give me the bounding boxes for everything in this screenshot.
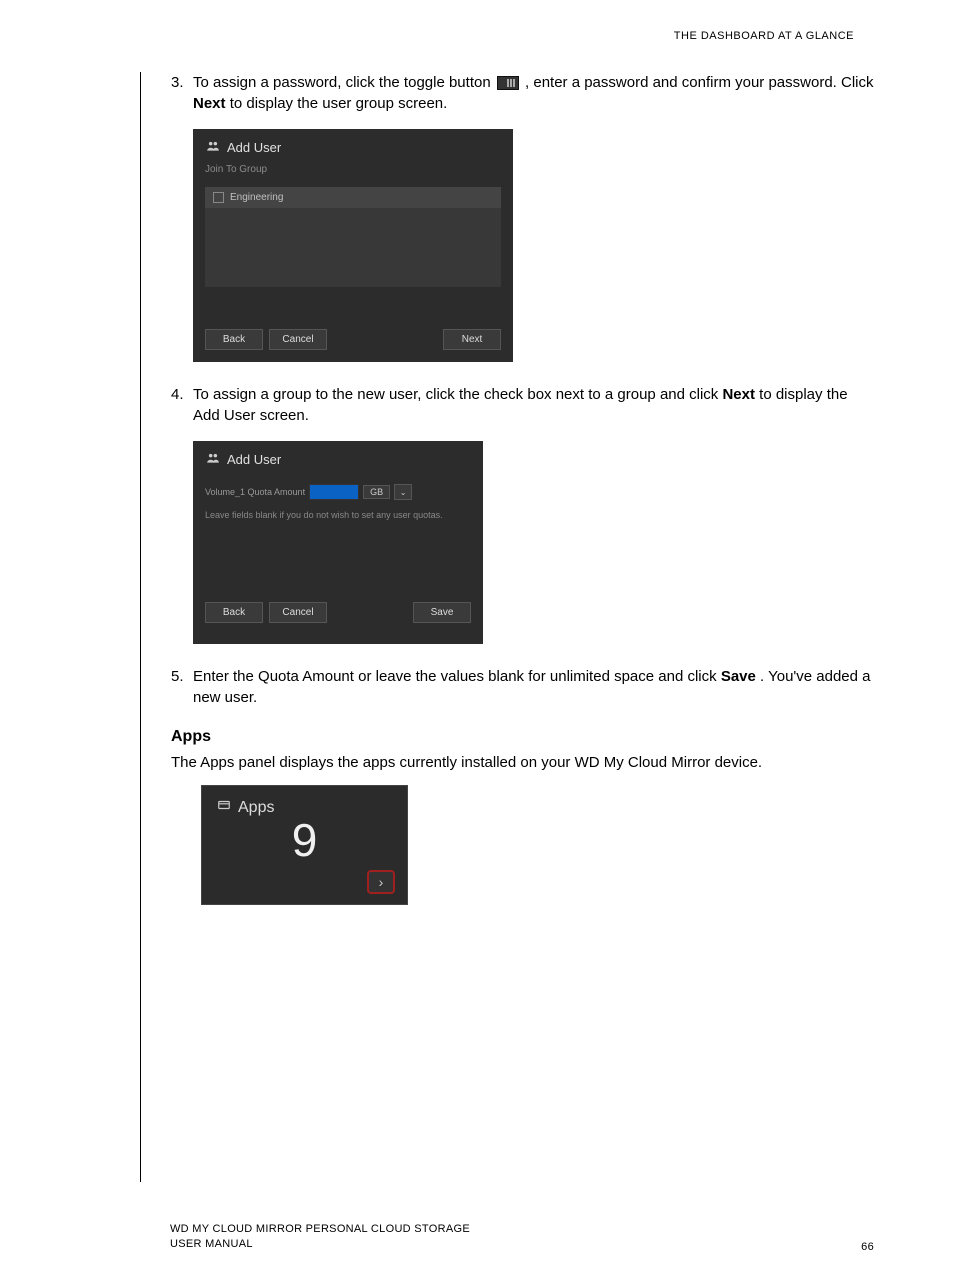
apps-icon [216, 798, 232, 817]
step-text: Enter the Quota Amount or leave the valu… [193, 668, 721, 685]
group-item[interactable]: Engineering [205, 187, 501, 208]
step-bold: Next [722, 386, 755, 403]
step-body: Enter the Quota Amount or leave the valu… [193, 666, 874, 708]
next-button[interactable]: Next [443, 329, 501, 350]
chevron-right-icon[interactable]: › [367, 870, 395, 894]
step-5: 5. Enter the Quota Amount or leave the v… [171, 666, 874, 708]
step-4: 4. To assign a group to the new user, cl… [171, 384, 874, 426]
step-number: 3. [171, 72, 193, 114]
quota-label: Volume_1 Quota Amount [205, 487, 305, 497]
quota-hint: Leave fields blank if you do not wish to… [193, 506, 483, 524]
apps-tile-label: Apps [238, 799, 274, 817]
apps-body: The Apps panel displays the apps current… [171, 752, 874, 773]
step-text: to display the user group screen. [230, 95, 448, 112]
page-number: 66 [861, 1241, 874, 1253]
cancel-button[interactable]: Cancel [269, 329, 327, 350]
dialog-title-text: Add User [227, 452, 281, 467]
step-body: To assign a password, click the toggle b… [193, 72, 874, 114]
dialog-title-text: Add User [227, 140, 281, 155]
page-footer: WD MY CLOUD MIRROR PERSONAL CLOUD STORAG… [0, 1222, 954, 1283]
users-icon [205, 139, 221, 156]
step-bold: Save [721, 668, 756, 685]
back-button[interactable]: Back [205, 329, 263, 350]
dialog-title: Add User [193, 441, 483, 476]
add-user-dialog-groups: Add User Join To Group Engineering Back … [193, 129, 513, 362]
step-text: , enter a password and confirm your pass… [525, 74, 873, 91]
cancel-button[interactable]: Cancel [269, 602, 327, 623]
dialog-title: Add User [193, 129, 513, 164]
chevron-down-icon[interactable]: ⌄ [394, 484, 412, 500]
step-number: 4. [171, 384, 193, 426]
step-number: 5. [171, 666, 193, 708]
save-button[interactable]: Save [413, 602, 471, 623]
dialog-subtitle: Join To Group [193, 164, 513, 183]
dialog-buttons: Back Cancel Next [193, 319, 513, 360]
content-column: 3. To assign a password, click the toggl… [140, 72, 874, 1182]
back-button[interactable]: Back [205, 602, 263, 623]
checkbox-icon[interactable] [213, 192, 224, 203]
step-text: To assign a group to the new user, click… [193, 386, 722, 403]
step-body: To assign a group to the new user, click… [193, 384, 874, 426]
users-icon [205, 451, 221, 468]
step-text: To assign a password, click the toggle b… [193, 74, 495, 91]
step-bold: Next [193, 95, 226, 112]
footer-title: WD MY CLOUD MIRROR PERSONAL CLOUD STORAG… [170, 1222, 470, 1237]
group-list: Engineering [205, 187, 501, 287]
apps-tile: Apps 9 › [201, 785, 408, 905]
quota-input[interactable] [309, 484, 359, 500]
toggle-icon [497, 76, 519, 90]
add-user-dialog-quota: Add User Volume_1 Quota Amount GB ⌄ Leav… [193, 441, 483, 644]
apps-heading: Apps [171, 728, 874, 746]
quota-unit: GB [363, 485, 390, 499]
quota-row: Volume_1 Quota Amount GB ⌄ [193, 476, 483, 506]
group-name: Engineering [230, 192, 283, 203]
page-header: THE DASHBOARD AT A GLANCE [80, 30, 854, 42]
apps-count: 9 [202, 813, 407, 867]
step-3: 3. To assign a password, click the toggl… [171, 72, 874, 114]
footer-subtitle: USER MANUAL [170, 1237, 470, 1252]
dialog-buttons: Back Cancel Save [193, 592, 483, 633]
